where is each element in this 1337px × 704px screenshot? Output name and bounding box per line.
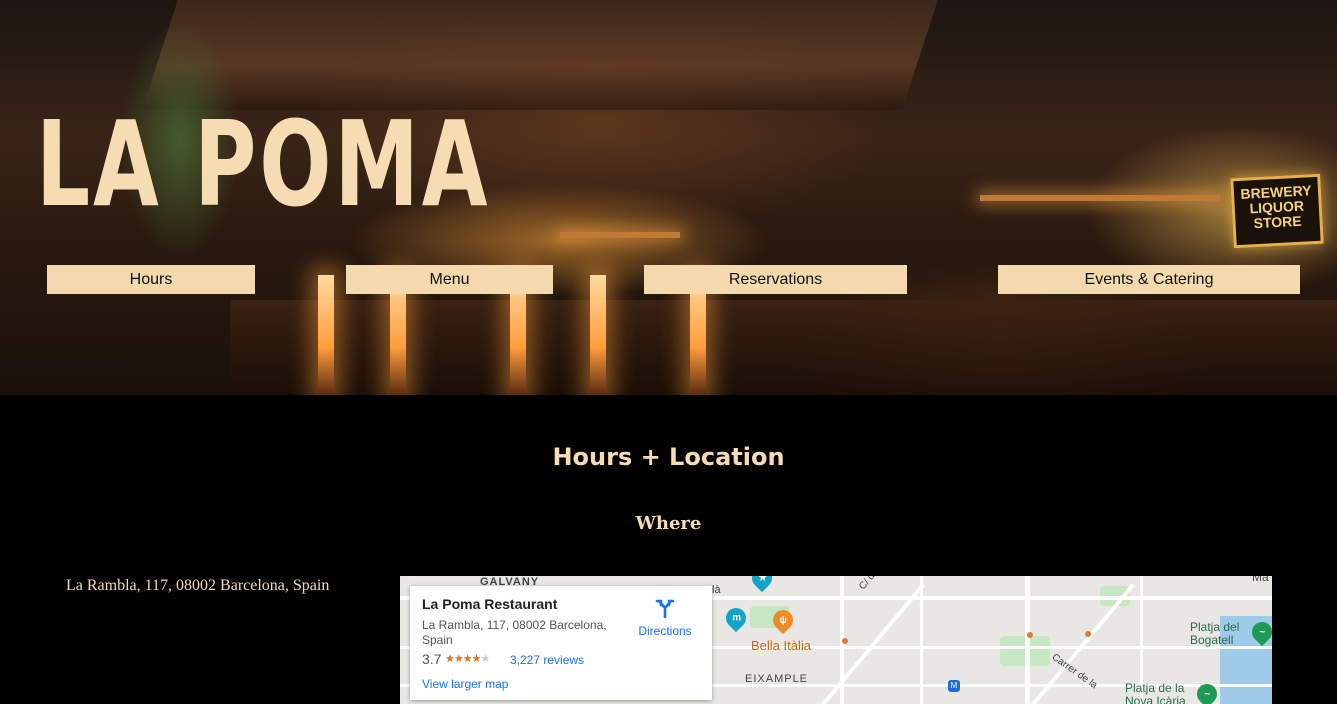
hero-light-pillar [318, 275, 334, 395]
logo: LA POMA [36, 95, 491, 233]
directions-button[interactable]: Directions [635, 596, 695, 640]
brewery-sign: BREWERY LIQUOR STORE [1230, 173, 1324, 249]
map-label-eixample: EIXAMPLE [745, 673, 809, 685]
map-poi-dot [842, 638, 848, 644]
directions-icon [655, 599, 675, 618]
nav-hours-button[interactable]: Hours [47, 265, 255, 294]
map-label-cd: C/ d [857, 576, 878, 593]
nav-reservations-button[interactable]: Reservations [644, 265, 907, 294]
hero-banner: BREWERY LIQUOR STORE LA POMA [0, 0, 1337, 395]
map-label-ma: Ma [1252, 576, 1269, 584]
map-poi-dot [1085, 631, 1091, 637]
map-road [920, 576, 923, 704]
map-label-bella-italia: Bella Itàlia [751, 638, 811, 653]
map-pin-icon[interactable]: ★ [747, 576, 777, 593]
nav-menu-button[interactable]: Menu [346, 265, 553, 294]
map-road [1025, 576, 1030, 704]
hero-shelf [560, 232, 680, 238]
place-rating: 3.7 [422, 651, 442, 667]
place-address: La Rambla, 117, 08002 Barcelona, Spain [422, 618, 607, 647]
view-larger-map-link[interactable]: View larger map [422, 677, 508, 691]
nav-events-catering-button[interactable]: Events & Catering [998, 265, 1300, 294]
hero-shelf [980, 195, 1220, 201]
address-text: La Rambla, 117, 08002 Barcelona, Spain [66, 577, 330, 594]
map-pin-museum-icon[interactable]: m [721, 603, 751, 633]
section-title: Hours + Location [552, 443, 785, 471]
hero-light-pillar [590, 275, 606, 395]
reviews-link[interactable]: 3,227 reviews [510, 653, 584, 667]
section-subtitle: Where [635, 513, 702, 534]
map-poi-dot [1027, 632, 1033, 638]
rating-stars: ★★★★★ [445, 653, 490, 665]
directions-label: Directions [638, 624, 692, 638]
map-info-card: La Poma Restaurant La Rambla, 117, 08002… [410, 586, 712, 700]
place-name: La Poma Restaurant [422, 596, 558, 612]
metro-icon: M [948, 680, 960, 692]
map-label-la: là [712, 584, 721, 596]
